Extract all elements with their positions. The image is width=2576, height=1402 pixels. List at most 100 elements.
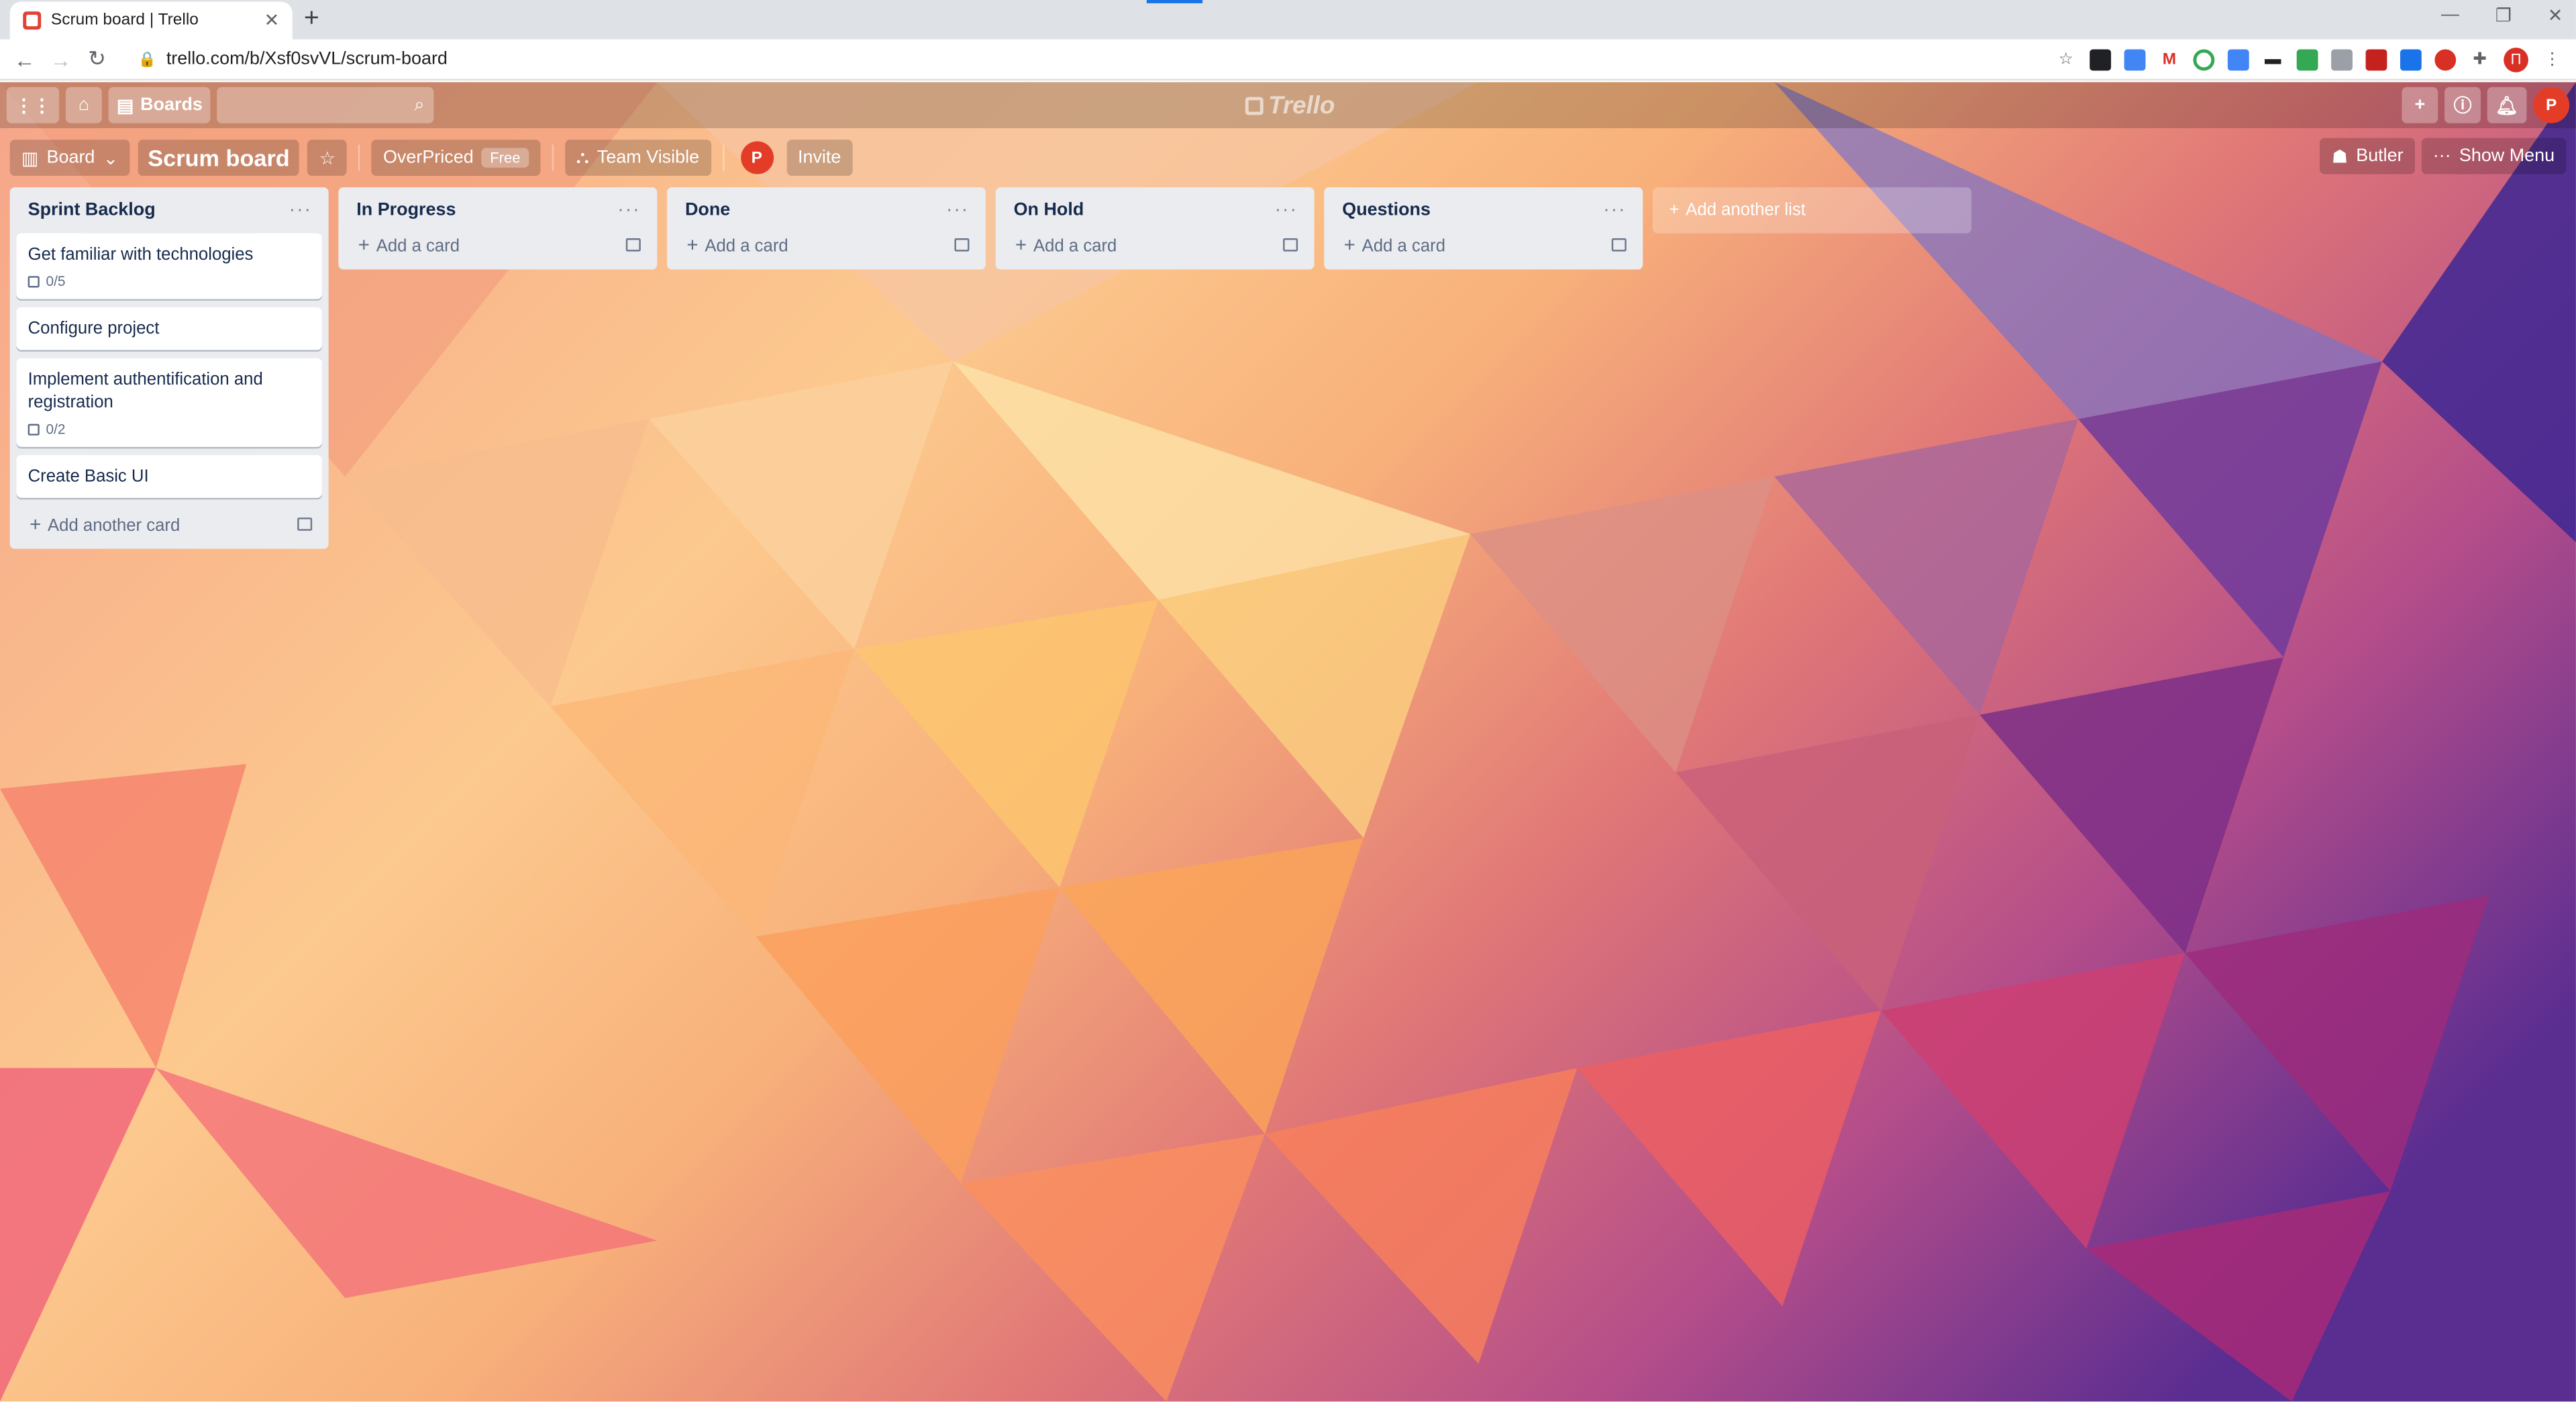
add-card-button[interactable]: + Add a card <box>345 227 650 260</box>
list-header: Done ··· <box>674 194 979 227</box>
card[interactable]: Implement authentification and registrat… <box>16 358 322 447</box>
list-title[interactable]: In Progress <box>356 199 456 219</box>
extension-red-icon[interactable] <box>2434 48 2457 70</box>
butler-icon: ☗ <box>2331 147 2349 167</box>
board-header: ▥ Board ⌄ Scrum board ☆ OverPriced Free … <box>0 138 2576 178</box>
plus-icon: + <box>1015 233 1027 256</box>
card-template-icon[interactable] <box>625 238 641 252</box>
restore-icon[interactable]: ❐ <box>2495 5 2512 26</box>
card-template-icon[interactable] <box>1283 238 1298 252</box>
card[interactable]: Get familiar with technologies 0/5 <box>16 233 322 299</box>
close-tab-icon[interactable]: ✕ <box>264 10 280 31</box>
home-button[interactable]: ⌂ <box>65 87 102 123</box>
extensions-puzzle-icon[interactable]: ✚ <box>2469 48 2491 70</box>
board-title[interactable]: Scrum board <box>138 140 300 176</box>
list-title[interactable]: Questions <box>1342 199 1431 219</box>
header-actions: + ⓘ 🔔︎ P <box>2402 87 2570 123</box>
list-menu-icon[interactable]: ··· <box>618 199 641 219</box>
browser-tab[interactable]: Scrum board | Trello ✕ <box>9 1 293 40</box>
grid-icon: ⋮⋮ <box>15 96 51 116</box>
add-list-button[interactable]: + Add another list <box>1652 187 1971 234</box>
gmail-icon[interactable]: M <box>2159 48 2180 70</box>
list-menu-icon[interactable]: ··· <box>1275 199 1298 219</box>
list-done[interactable]: Done ··· + Add a card <box>667 187 986 270</box>
extension-docs-icon[interactable] <box>2227 48 2249 70</box>
apps-grid-button[interactable]: ⋮⋮ <box>6 87 60 123</box>
card[interactable]: Configure project <box>16 307 322 350</box>
trello-logo-icon <box>1245 97 1264 115</box>
minimize-icon[interactable]: — <box>2441 5 2459 26</box>
list-on-hold[interactable]: On Hold ··· + Add a card <box>995 187 1315 270</box>
member-avatar[interactable]: P <box>740 141 774 174</box>
add-list-label: Add another list <box>1686 200 1806 221</box>
visibility-button[interactable]: ⛬ Team Visible <box>564 140 711 176</box>
team-name: OverPriced <box>382 148 474 168</box>
extension-pdf-icon[interactable] <box>2365 48 2387 70</box>
list-questions[interactable]: Questions ··· + Add a card <box>1324 187 1643 270</box>
add-card-label: Add a card <box>1033 236 1117 256</box>
list-title[interactable]: On Hold <box>1014 199 1084 219</box>
extension-blue-icon[interactable] <box>2400 48 2422 70</box>
add-card-button[interactable]: + Add a card <box>1331 227 1636 260</box>
list-in-progress[interactable]: In Progress ··· + Add a card <box>338 187 658 270</box>
add-card-label: Add another card <box>48 515 181 536</box>
board-view-label: Board <box>46 148 95 168</box>
card-template-icon[interactable] <box>297 517 313 531</box>
browser-menu-icon[interactable]: ⋮ <box>2542 48 2563 70</box>
profile-avatar[interactable]: П <box>2504 46 2528 72</box>
plus-icon: + <box>686 233 699 256</box>
list-menu-icon[interactable]: ··· <box>289 199 312 219</box>
list-title[interactable]: Done <box>685 199 730 219</box>
team-visible-icon: ⛬ <box>576 147 589 167</box>
card-template-icon[interactable] <box>954 238 970 252</box>
search-input[interactable]: ⌕ <box>217 87 435 123</box>
card-title: Implement authentification and registrat… <box>28 369 263 413</box>
team-button[interactable]: OverPriced Free <box>371 140 540 176</box>
extension-chrome-icon[interactable] <box>2193 48 2215 70</box>
info-button[interactable]: ⓘ <box>2444 87 2481 123</box>
list-sprint-backlog[interactable]: Sprint Backlog ··· Get familiar with tec… <box>9 187 329 549</box>
add-card-button[interactable]: + Add a card <box>674 227 979 260</box>
list-header: Sprint Backlog ··· <box>16 194 321 227</box>
boards-label: Boards <box>140 95 203 115</box>
chevron-down-icon: ⌄ <box>103 148 119 168</box>
bookmark-star-icon[interactable]: ☆ <box>2055 48 2077 70</box>
show-menu-button[interactable]: ··· Show Menu <box>2421 138 2567 174</box>
board-view-switcher[interactable]: ▥ Board ⌄ <box>9 140 130 176</box>
add-card-button[interactable]: + Add another card <box>16 506 321 539</box>
address-bar[interactable]: trello.com/b/Xsf0svVL/scrum-board <box>166 49 2055 68</box>
extension-green-icon[interactable] <box>2296 48 2318 70</box>
extension-drive-icon[interactable] <box>2331 48 2353 70</box>
browser-toolbar: ← → ↻ 🔒 trello.com/b/Xsf0svVL/scrum-boar… <box>0 39 2576 81</box>
lock-icon[interactable]: 🔒 <box>138 50 156 68</box>
plus-icon: + <box>2414 95 2426 115</box>
list-title[interactable]: Sprint Backlog <box>28 199 156 219</box>
star-board-button[interactable]: ☆ <box>307 140 348 176</box>
boards-button[interactable]: ▤ Boards <box>108 87 211 123</box>
board-view-icon: ▥ <box>21 148 39 168</box>
card-title: Create Basic UI <box>28 466 149 487</box>
close-window-icon[interactable]: ✕ <box>2548 5 2563 26</box>
star-icon: ☆ <box>319 148 336 168</box>
add-card-label: Add a card <box>705 236 788 256</box>
user-avatar[interactable]: P <box>2533 87 2570 123</box>
add-card-button[interactable]: + Add a card <box>1002 227 1307 260</box>
create-button[interactable]: + <box>2402 87 2438 123</box>
invite-button[interactable]: Invite <box>786 140 853 176</box>
card[interactable]: Create Basic UI <box>16 455 322 498</box>
new-tab-button[interactable]: + <box>304 5 319 34</box>
notifications-button[interactable]: 🔔︎ <box>2487 87 2527 123</box>
trello-logo[interactable]: Trello <box>1245 92 1335 120</box>
checklist-icon <box>28 423 40 435</box>
trello-header: ⋮⋮ ⌂ ▤ Boards ⌕ Trello + ⓘ 🔔︎ P <box>0 82 2576 128</box>
list-menu-icon[interactable]: ··· <box>946 199 969 219</box>
butler-button[interactable]: ☗ Butler <box>2320 138 2415 174</box>
reload-icon[interactable]: ↻ <box>79 46 115 72</box>
back-icon[interactable]: ← <box>7 47 43 72</box>
extension-translate-icon[interactable] <box>2124 48 2146 70</box>
forward-icon[interactable]: → <box>43 47 79 72</box>
list-menu-icon[interactable]: ··· <box>1604 199 1627 219</box>
card-template-icon[interactable] <box>1611 238 1627 252</box>
extension-glasses-icon[interactable]: ▬ <box>2262 48 2283 70</box>
extension-notes-icon[interactable] <box>2090 48 2112 70</box>
